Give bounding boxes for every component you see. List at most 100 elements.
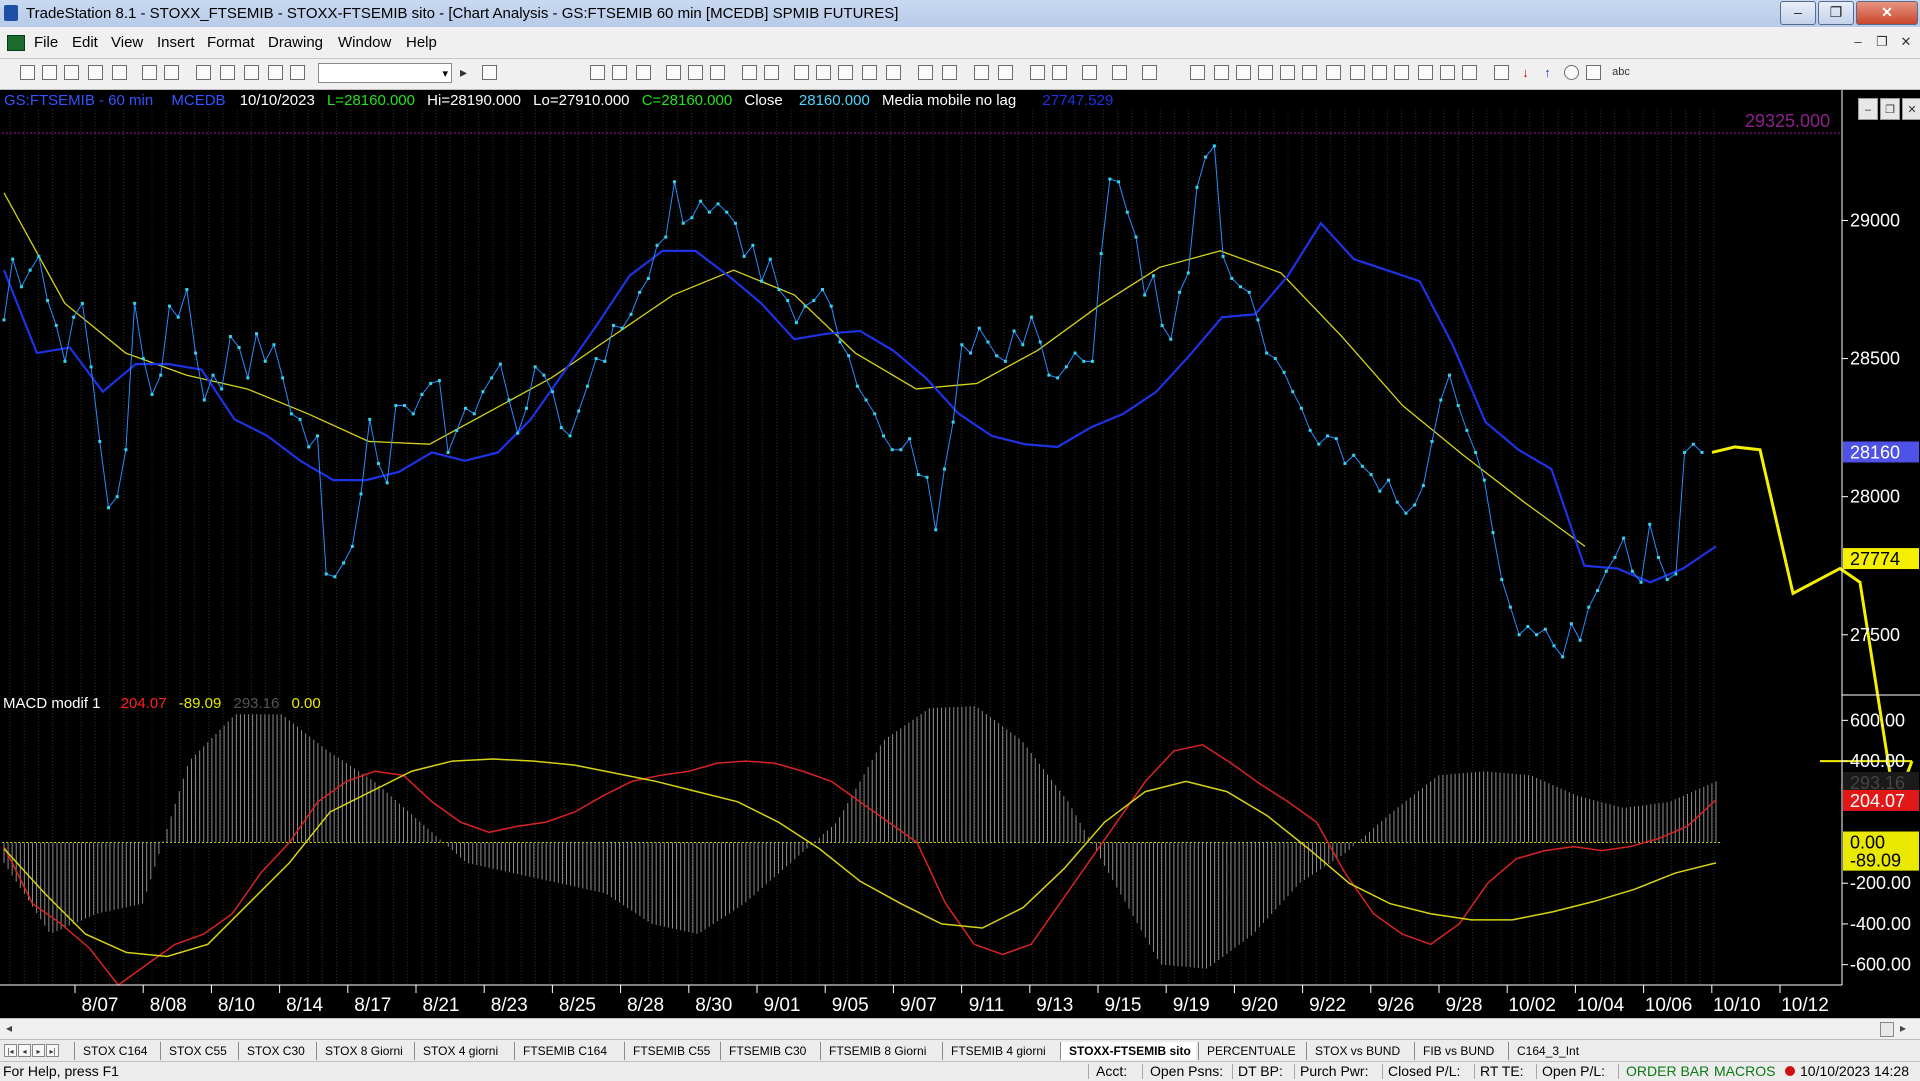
pitchfork-icon[interactable]: [1418, 65, 1433, 80]
tab-prev-icon[interactable]: ◂: [18, 1044, 31, 1057]
close-button[interactable]: ✕: [1856, 1, 1918, 25]
scroll-right-icon[interactable]: ▸: [1900, 1021, 1906, 1035]
menu-drawing[interactable]: Drawing: [268, 34, 323, 51]
cycle-icon[interactable]: [1394, 65, 1409, 80]
radar-icon[interactable]: [710, 65, 725, 80]
curve-tool-icon[interactable]: [1494, 65, 1509, 80]
layout-cascade-icon[interactable]: [612, 65, 627, 80]
vertical-lines-icon[interactable]: [1214, 65, 1229, 80]
tab-stox-c55[interactable]: STOX C55: [160, 1042, 238, 1060]
text-tool-icon[interactable]: abc: [1608, 65, 1634, 80]
open-folder-icon[interactable]: [42, 65, 57, 80]
mdi-minimize-button[interactable]: –: [1848, 33, 1868, 51]
print-icon[interactable]: [142, 65, 157, 80]
tab-ftsemib-c55[interactable]: FTSEMIB C55: [624, 1042, 716, 1060]
chart-close-button[interactable]: ✕: [1902, 98, 1920, 120]
horizontal-lines-icon[interactable]: [1236, 65, 1251, 80]
print-preview-icon[interactable]: [164, 65, 179, 80]
tab-fib-vs-bund[interactable]: FIB vs BUND: [1414, 1042, 1506, 1060]
freehand-icon[interactable]: [1462, 65, 1477, 80]
scroll-left-icon[interactable]: ◂: [6, 1021, 12, 1035]
menu-format[interactable]: Format: [207, 34, 255, 51]
new-window-icon[interactable]: [88, 65, 103, 80]
menu-file[interactable]: File: [34, 34, 58, 51]
play-arrow-icon[interactable]: ▸: [456, 65, 471, 80]
workspace-icon[interactable]: [196, 65, 211, 80]
tab-stox-8-giorni[interactable]: STOX 8 Giorni: [316, 1042, 414, 1060]
bar-chart-icon[interactable]: [794, 65, 809, 80]
layout-tile-icon[interactable]: [590, 65, 605, 80]
window-list-icon[interactable]: [220, 65, 235, 80]
tab-first-icon[interactable]: |◂: [4, 1044, 17, 1057]
symbol-combo[interactable]: ▾: [318, 63, 452, 83]
fan-icon[interactable]: [1280, 65, 1295, 80]
mdi-restore-button[interactable]: ❐: [1872, 33, 1892, 51]
zoom-out-icon[interactable]: [998, 65, 1013, 80]
alert-icon[interactable]: [1142, 65, 1157, 80]
scroll-thumb[interactable]: [1880, 1022, 1894, 1037]
format-icon[interactable]: [1112, 65, 1127, 80]
ellipse-icon[interactable]: [1564, 65, 1579, 80]
mdi-close-button[interactable]: ✕: [1896, 33, 1916, 51]
chart-restore-button[interactable]: ❐: [1880, 98, 1900, 120]
data-window-icon[interactable]: [1052, 65, 1067, 80]
candle-icon[interactable]: [838, 65, 853, 80]
lock-icon[interactable]: [244, 65, 259, 80]
compress-icon[interactable]: [918, 65, 933, 80]
order-bar-indicator[interactable]: ORDER BAR: [1626, 1063, 1709, 1079]
tab-ftsemib-4-giorni[interactable]: FTSEMIB 4 giorni: [942, 1042, 1056, 1060]
grid-icon[interactable]: [636, 65, 651, 80]
ohlc-icon[interactable]: [862, 65, 877, 80]
tab-ftsemib-8-giorni[interactable]: FTSEMIB 8 Giorni: [820, 1042, 938, 1060]
channel-icon[interactable]: [1372, 65, 1387, 80]
tab-ftsemib-c164[interactable]: FTSEMIB C164: [514, 1042, 618, 1060]
new-file-icon[interactable]: [20, 65, 35, 80]
pen-tool-icon[interactable]: [268, 65, 283, 80]
bar-spacing-icon[interactable]: [886, 65, 901, 80]
pointer-icon[interactable]: [1030, 65, 1045, 80]
tab-stox-vs-bund[interactable]: STOX vs BUND: [1306, 1042, 1412, 1060]
tab-percentuale[interactable]: PERCENTUALE: [1198, 1042, 1306, 1060]
arrow-down-icon[interactable]: ↓: [1518, 65, 1533, 80]
copy-icon[interactable]: [112, 65, 127, 80]
tab-ftsemib-c30[interactable]: FTSEMIB C30: [720, 1042, 814, 1060]
expand-icon[interactable]: [942, 65, 957, 80]
minimize-button[interactable]: –: [1780, 1, 1816, 25]
tab-c164-3-int[interactable]: C164_3_Int: [1508, 1042, 1594, 1060]
fib-icon[interactable]: [1326, 65, 1341, 80]
link-icon[interactable]: [764, 65, 779, 80]
macros-indicator[interactable]: MACROS: [1714, 1063, 1775, 1079]
arc-icon[interactable]: [1440, 65, 1455, 80]
speed-lines-icon[interactable]: [1258, 65, 1273, 80]
menu-view[interactable]: View: [111, 34, 143, 51]
tab-last-icon[interactable]: ▸|: [46, 1044, 59, 1057]
symbol-lookup-icon[interactable]: [482, 65, 497, 80]
trendline-icon[interactable]: [1190, 65, 1205, 80]
tab-stox-4-giorni[interactable]: STOX 4 giorni: [414, 1042, 506, 1060]
rectangle-icon[interactable]: [1586, 65, 1601, 80]
menu-help[interactable]: Help: [406, 34, 437, 51]
menu-edit[interactable]: Edit: [72, 34, 98, 51]
menu-window[interactable]: Window: [338, 34, 391, 51]
tab-next-icon[interactable]: ▸: [32, 1044, 45, 1057]
tab-stox-c30[interactable]: STOX C30: [238, 1042, 316, 1060]
chart-canvas[interactable]: 29000285002800027500600.00400.00-200.00-…: [0, 90, 1920, 1018]
chart-minimize-button[interactable]: –: [1858, 98, 1878, 120]
menu-insert[interactable]: Insert: [157, 34, 195, 51]
tab-stoxx-ftsemib-sito[interactable]: STOXX-FTSEMIB sito: [1060, 1042, 1196, 1060]
chart-icon[interactable]: [666, 65, 681, 80]
arrow-up-icon[interactable]: ↑: [1540, 65, 1555, 80]
gann-icon[interactable]: [1302, 65, 1317, 80]
save-icon[interactable]: [64, 65, 79, 80]
restore-button[interactable]: ❐: [1818, 1, 1854, 25]
zoom-in-icon[interactable]: [974, 65, 989, 80]
indicator-icon[interactable]: [816, 65, 831, 80]
angle-icon[interactable]: [1350, 65, 1365, 80]
curve-icon[interactable]: [688, 65, 703, 80]
global-icon[interactable]: [290, 65, 305, 80]
tab-stox-c164[interactable]: STOX C164: [74, 1042, 160, 1060]
sync-icon[interactable]: [742, 65, 757, 80]
chart-analysis-window[interactable]: 29000 28500 28000 27500 600.00 400.00 -200.00-…: [0, 90, 1920, 1025]
horizontal-scrollbar[interactable]: ◂ ▸: [0, 1018, 1920, 1039]
tools-icon[interactable]: [1082, 65, 1097, 80]
